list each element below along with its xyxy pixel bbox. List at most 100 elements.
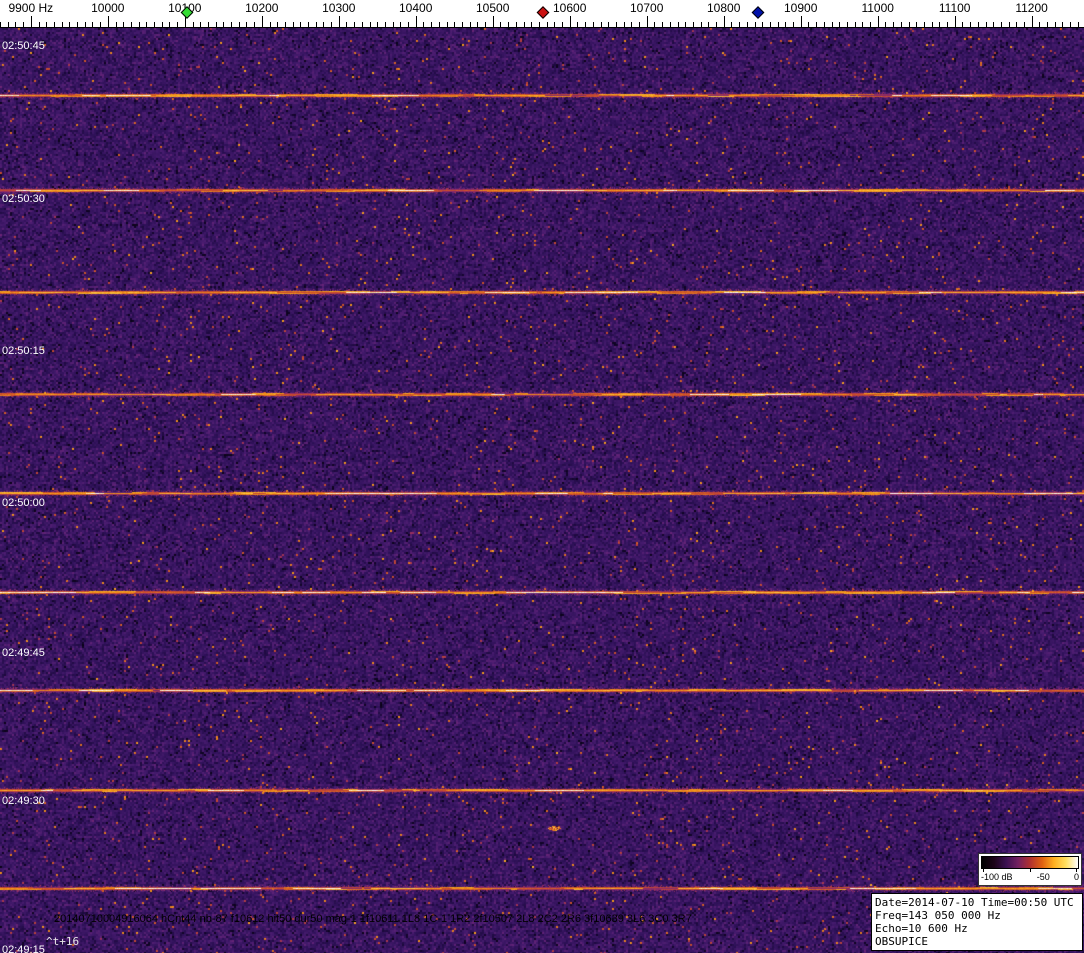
minor-tick <box>577 22 579 27</box>
freq-label-10600: 10600 <box>553 1 587 15</box>
minor-tick <box>223 22 225 27</box>
minor-tick <box>746 22 748 27</box>
waterfall-area: 02:50:45 02:50:30 02:50:15 02:50:00 02:49:45… <box>0 28 1084 953</box>
minor-tick <box>485 22 486 27</box>
minor-tick <box>1016 22 1018 27</box>
minor-tick <box>816 22 818 27</box>
minor-tick <box>523 22 525 27</box>
minor-tick <box>61 22 63 27</box>
spectrum-waterfall-app: 9900 Hz100001010010200103001040010500106… <box>0 0 1084 953</box>
freq-label-10800: 10800 <box>707 1 741 15</box>
minor-tick <box>669 22 671 27</box>
minor-tick <box>854 22 856 27</box>
freq-label-11100: 11100 <box>938 1 971 15</box>
minor-tick <box>192 22 194 27</box>
freq-label-10900: 10900 <box>784 1 818 15</box>
minor-tick <box>592 22 594 27</box>
colorbar-label-mid: -50 <box>1036 872 1050 882</box>
time-label-6: 02:49:15 <box>2 944 45 953</box>
minor-tick <box>947 22 948 27</box>
db-colorbar-legend: -100 dB -50 0 <box>978 853 1082 886</box>
minor-tick <box>708 22 710 27</box>
minor-tick <box>284 22 286 27</box>
minor-tick <box>639 22 640 27</box>
minor-tick <box>1077 22 1079 27</box>
freq-label-10300: 10300 <box>322 1 356 15</box>
minor-tick <box>762 22 764 27</box>
freq-label-10700: 10700 <box>630 1 664 15</box>
minor-tick <box>654 22 656 27</box>
colorbar-labels: -100 dB -50 0 <box>981 872 1079 883</box>
minor-tick <box>615 22 617 27</box>
cursor-position-text: ^t+16 <box>46 935 80 948</box>
minor-tick <box>931 22 933 27</box>
minor-tick <box>970 22 972 27</box>
major-tick <box>1031 16 1033 27</box>
minor-tick <box>215 22 217 27</box>
minor-tick <box>423 22 425 27</box>
minor-tick <box>323 22 325 27</box>
minor-tick <box>254 22 256 27</box>
minor-tick <box>939 22 941 27</box>
colorbar-tick <box>1030 869 1031 872</box>
freq-label-11000: 11000 <box>861 1 894 15</box>
minor-tick <box>554 22 556 27</box>
minor-tick <box>1039 22 1041 27</box>
minor-tick <box>916 22 918 27</box>
minor-tick <box>677 22 679 27</box>
minor-tick <box>508 22 510 27</box>
minor-tick <box>15 22 17 27</box>
minor-tick <box>962 22 964 27</box>
minor-tick <box>331 22 333 27</box>
colorbar-tick <box>983 869 984 872</box>
minor-tick <box>231 22 232 27</box>
minor-tick <box>631 22 633 27</box>
minor-tick <box>77 22 78 27</box>
major-tick <box>569 16 571 27</box>
minor-tick <box>400 22 402 27</box>
minor-tick <box>300 22 302 27</box>
spectrogram-canvas[interactable] <box>0 28 1084 953</box>
minor-tick <box>985 22 987 27</box>
minor-tick <box>154 22 155 27</box>
frequency-ruler: 9900 Hz100001010010200103001040010500106… <box>0 0 1084 28</box>
minor-tick <box>446 22 448 27</box>
red-diamond-marker[interactable] <box>536 6 550 19</box>
colorbar-tick <box>1076 869 1077 872</box>
major-tick <box>723 16 725 27</box>
freq-label-9900: 9900 Hz <box>8 1 54 15</box>
minor-tick <box>246 22 248 27</box>
freq-label-10500: 10500 <box>476 1 510 15</box>
minor-tick <box>808 22 810 27</box>
minor-tick <box>739 22 741 27</box>
minor-tick <box>346 22 348 27</box>
colorbar-ticks <box>981 869 1079 872</box>
info-date-line: Date=2014-07-10 Time=00:50 UTC <box>875 896 1074 909</box>
minor-tick <box>500 22 502 27</box>
minor-tick <box>377 22 379 27</box>
time-label-1: 02:50:30 <box>2 193 45 205</box>
minor-tick <box>200 22 202 27</box>
minor-tick <box>531 22 533 27</box>
minor-tick <box>238 22 240 27</box>
time-label-3: 02:50:00 <box>2 497 45 509</box>
freq-label-10400: 10400 <box>399 1 433 15</box>
minor-tick <box>923 22 925 27</box>
minor-tick <box>69 22 71 27</box>
major-tick <box>30 16 32 27</box>
minor-tick <box>469 22 471 27</box>
minor-tick <box>269 22 271 27</box>
colorbar-label-min: -100 dB <box>981 872 1013 882</box>
minor-tick <box>900 22 902 27</box>
time-label-5: 02:49:30 <box>2 795 45 807</box>
minor-tick <box>600 22 602 27</box>
minor-tick <box>769 22 771 27</box>
minor-tick <box>46 22 48 27</box>
minor-tick <box>0 22 1 27</box>
colorbar-label-max: 0 <box>1073 872 1079 882</box>
blue-diamond-marker[interactable] <box>751 6 765 19</box>
major-tick <box>261 16 263 27</box>
minor-tick <box>438 22 440 27</box>
minor-tick <box>23 22 25 27</box>
minor-tick <box>7 22 9 27</box>
